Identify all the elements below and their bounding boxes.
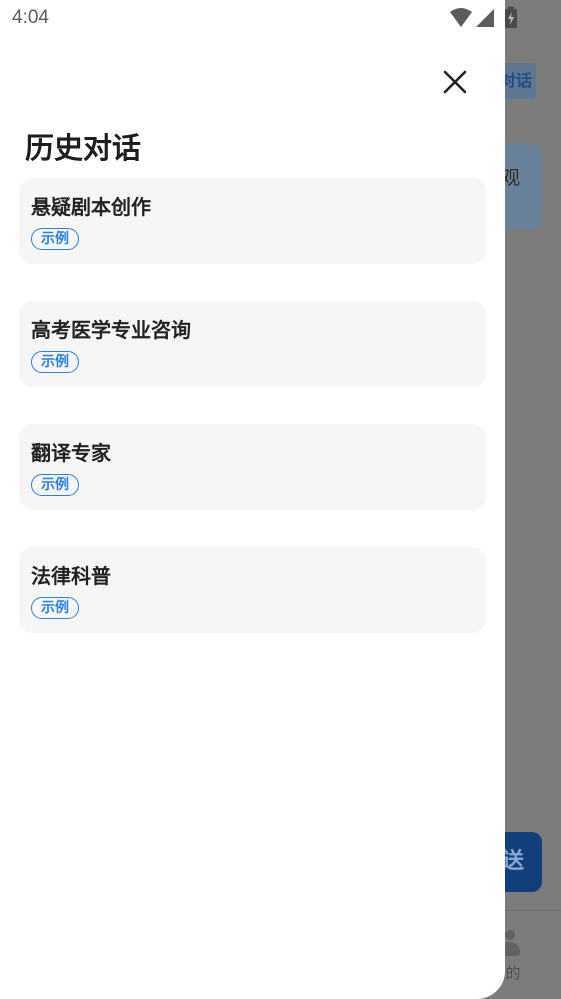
example-tag: 示例 <box>31 351 79 373</box>
wifi-icon <box>450 8 472 27</box>
history-drawer: 历史对话 悬疑剧本创作 示例 高考医学专业咨询 示例 翻译专家 示例 法律科普 … <box>0 0 505 999</box>
example-tag: 示例 <box>31 597 79 619</box>
history-item-title: 法律科普 <box>31 564 111 588</box>
signal-icon <box>476 9 494 27</box>
history-item-title: 高考医学专业咨询 <box>31 318 191 342</box>
history-item-title: 悬疑剧本创作 <box>31 195 151 219</box>
drawer-title: 历史对话 <box>25 131 142 165</box>
battery-icon <box>505 6 517 28</box>
close-button[interactable] <box>435 62 475 102</box>
history-item-legal-popularization[interactable]: 法律科普 示例 <box>19 547 486 633</box>
history-item-medical-consult[interactable]: 高考医学专业咨询 示例 <box>19 301 486 387</box>
example-tag: 示例 <box>31 474 79 496</box>
example-tag: 示例 <box>31 228 79 250</box>
status-time: 4:04 <box>12 7 49 28</box>
status-icons <box>448 6 522 30</box>
status-bar: 4:04 <box>0 0 561 38</box>
screen: 对话 观 送 的 4:04 历史对话 悬疑剧本创作 示例 高考医学专业咨询 示例… <box>0 0 561 999</box>
history-item-title: 翻译专家 <box>31 441 111 465</box>
history-item-translation-expert[interactable]: 翻译专家 示例 <box>19 424 486 510</box>
history-item-suspense-script[interactable]: 悬疑剧本创作 示例 <box>19 178 486 264</box>
close-icon <box>443 70 467 94</box>
